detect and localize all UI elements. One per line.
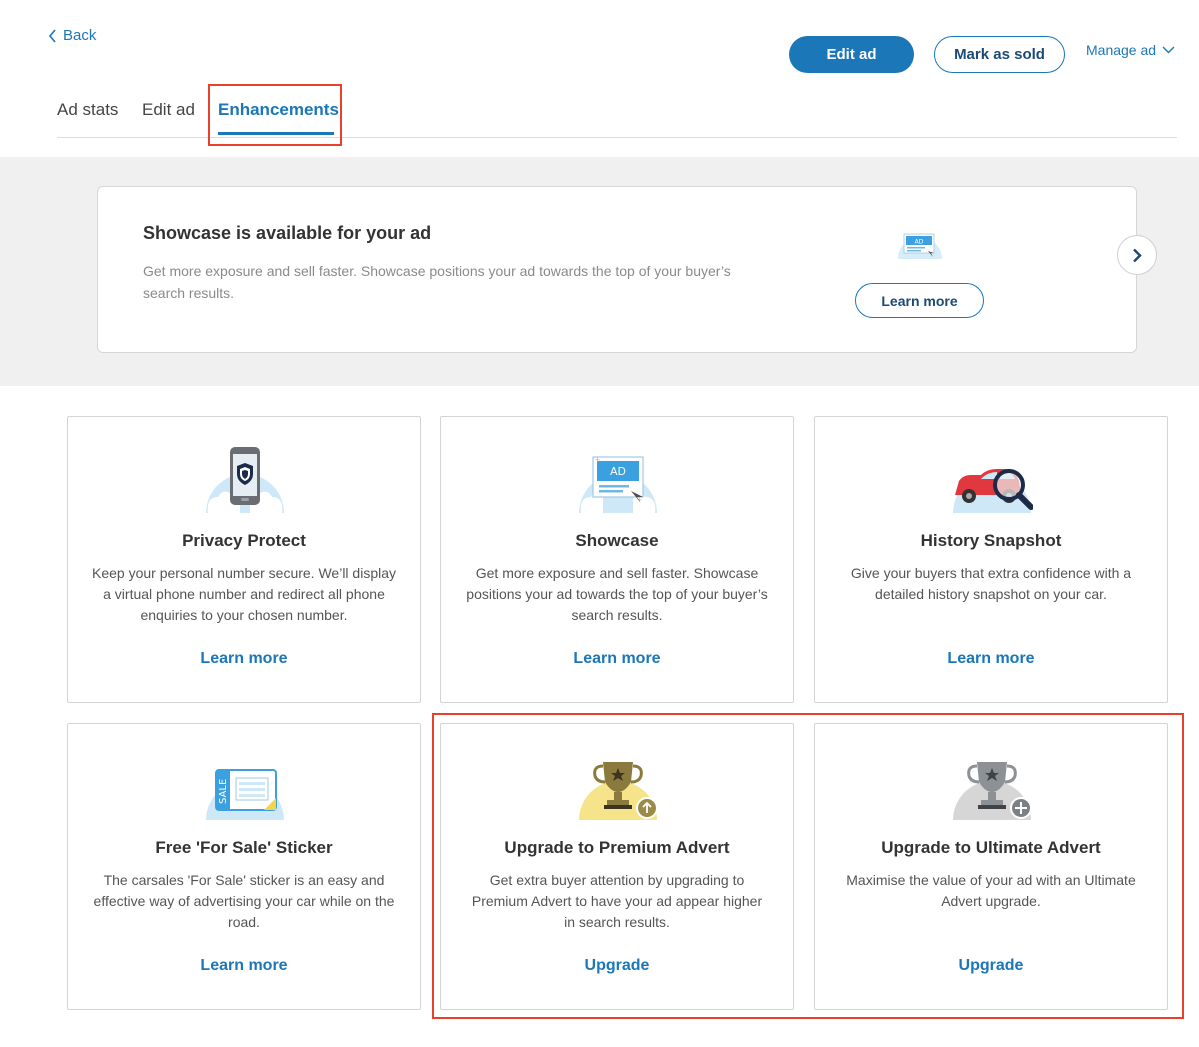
learn-more-link[interactable]: Learn more (68, 957, 420, 975)
banner-next-button[interactable] (1117, 235, 1157, 275)
banner-title: Showcase is available for your ad (143, 223, 432, 243)
showcase-ad-icon: AD + + (579, 455, 657, 513)
tab-ad-stats[interactable]: Ad stats (57, 100, 118, 120)
manage-ad-label: Manage ad (1086, 42, 1157, 58)
learn-more-link[interactable]: Learn more (815, 650, 1167, 668)
enhancement-card-for-sale-sticker: SALE Free 'For Sale' Sticker The carsale… (67, 723, 421, 1010)
tab-edit-ad[interactable]: Edit ad (142, 100, 195, 120)
phone-shield-icon (206, 447, 284, 513)
manage-ad-dropdown[interactable]: Manage ad (1086, 42, 1175, 58)
sale-sticker-icon: SALE (206, 753, 284, 820)
highlight-box-upgrades (432, 713, 1184, 1019)
card-description: The carsales 'For Sale' sticker is an ea… (93, 872, 395, 930)
car-magnifier-icon (953, 454, 1033, 513)
mark-as-sold-button[interactable]: Mark as sold (934, 36, 1065, 73)
chevron-down-icon (1162, 46, 1175, 54)
card-title: Privacy Protect (182, 531, 306, 550)
card-title: Free 'For Sale' Sticker (155, 838, 333, 857)
enhancement-card-history-snapshot: History Snapshot Give your buyers that e… (814, 416, 1168, 703)
highlight-box-tab (208, 84, 342, 146)
back-label: Back (63, 27, 97, 44)
back-link[interactable]: Back (48, 27, 96, 44)
card-title: History Snapshot (920, 531, 1062, 550)
enhancement-card-showcase: AD + + Showcase Get more exposure and se… (440, 416, 794, 703)
svg-text:AD: AD (915, 239, 924, 246)
svg-text:AD: AD (610, 465, 626, 478)
enhancement-card-privacy-protect: Privacy Protect Keep your personal numbe… (67, 416, 421, 703)
banner-learn-more-button[interactable]: Learn more (855, 283, 984, 318)
chevron-right-icon (1133, 248, 1142, 262)
svg-text:+: + (595, 455, 600, 465)
chevron-left-icon (48, 28, 56, 43)
learn-more-link[interactable]: Learn more (68, 650, 420, 668)
svg-text:SALE: SALE (218, 779, 229, 804)
showcase-ad-icon: AD (898, 233, 942, 259)
edit-ad-button[interactable]: Edit ad (789, 36, 914, 73)
learn-more-link[interactable]: Learn more (441, 650, 793, 668)
card-description: Keep your personal number secure. We’ll … (92, 565, 397, 623)
card-description: Get more exposure and sell faster. Showc… (466, 565, 768, 623)
showcase-banner: Showcase is available for your ad Get mo… (97, 186, 1137, 353)
banner-description: Get more exposure and sell faster. Showc… (143, 263, 731, 301)
card-description: Give your buyers that extra confidence w… (850, 565, 1132, 602)
card-title: Showcase (575, 531, 659, 550)
